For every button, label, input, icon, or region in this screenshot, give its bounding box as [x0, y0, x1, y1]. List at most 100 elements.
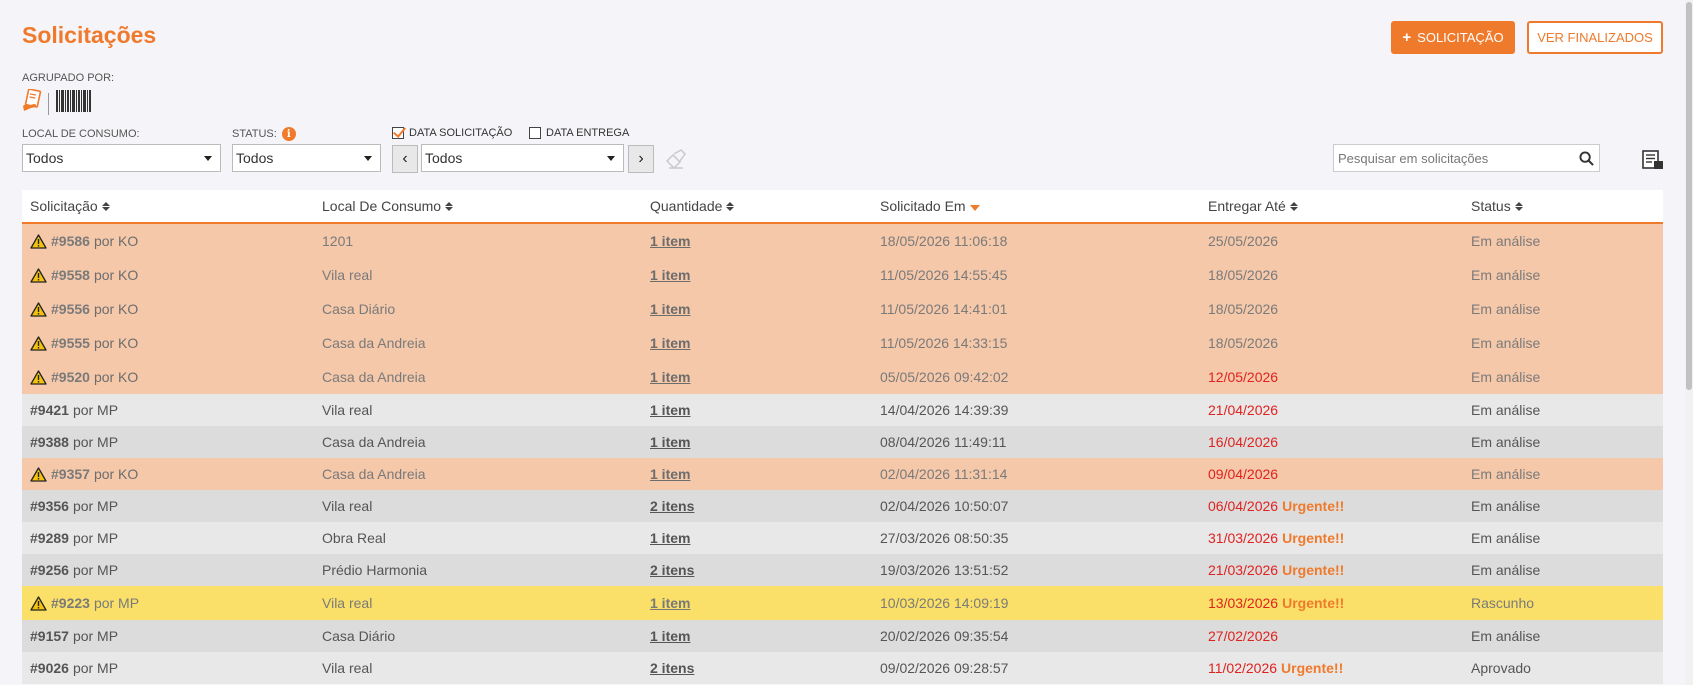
- request-number[interactable]: #9256: [30, 562, 69, 578]
- quantity-link[interactable]: 1 item: [650, 595, 690, 611]
- request-number[interactable]: #9026: [30, 660, 69, 676]
- local-filter-label-text: LOCAL DE CONSUMO:: [22, 128, 140, 140]
- warning-icon: [30, 267, 47, 283]
- table-row[interactable]: #9520 por KO Casa da Andreia 1 item 05/05/20…: [22, 360, 1663, 394]
- cell-quantity: 1 item: [646, 628, 876, 644]
- status-select[interactable]: Todos: [232, 144, 381, 172]
- cell-deliver-by: 16/04/2026: [1204, 434, 1467, 450]
- quantity-link[interactable]: 1 item: [650, 434, 690, 450]
- date-delivery-label: DATA ENTREGA: [546, 127, 630, 139]
- table-row[interactable]: #9256 por MP Prédio Harmonia 2 itens 19/03/2…: [22, 554, 1663, 586]
- cell-local: 1201: [322, 233, 354, 249]
- date-request-checkbox[interactable]: [392, 127, 404, 139]
- export-list-icon[interactable]: [1642, 150, 1664, 175]
- previous-period-button[interactable]: ‹: [392, 145, 418, 173]
- scrollbar[interactable]: [1685, 0, 1693, 685]
- quantity-link[interactable]: 1 item: [650, 628, 690, 644]
- cell-quantity: 1 item: [646, 530, 876, 546]
- request-number[interactable]: #9356: [30, 498, 69, 514]
- cell-status: Em análise: [1471, 233, 1541, 249]
- plus-icon: +: [1402, 29, 1412, 46]
- deliver-date: 31/03/2026: [1208, 530, 1279, 546]
- cell-request: #9256 por MP: [22, 562, 318, 578]
- request-number[interactable]: #9586: [51, 233, 90, 249]
- request-number[interactable]: #9558: [51, 267, 90, 283]
- period-select[interactable]: Todos: [421, 144, 624, 172]
- table-row[interactable]: #9556 por KO Casa Diário 1 item 11/05/2026 1…: [22, 292, 1663, 326]
- table-row[interactable]: #9223 por MP Vila real 1 item 10/03/2026 14:…: [22, 586, 1663, 620]
- column-header-local[interactable]: Local De Consumo: [318, 198, 646, 214]
- cell-status: Em análise: [1471, 369, 1541, 385]
- request-group-icon[interactable]: [22, 88, 42, 118]
- table-row[interactable]: #9357 por KO Casa da Andreia 1 item 02/04/20…: [22, 458, 1663, 490]
- table-row[interactable]: #9586 por KO 1201 1 item 18/05/2026 11:06:18…: [22, 224, 1663, 258]
- cell-request: #9555 por KO: [22, 335, 318, 351]
- cell-local: Casa da Andreia: [322, 335, 426, 351]
- quantity-link[interactable]: 2 itens: [650, 562, 694, 578]
- request-number[interactable]: #9520: [51, 369, 90, 385]
- request-number[interactable]: #9157: [30, 628, 69, 644]
- cell-requested-at: 10/03/2026 14:09:19: [880, 595, 1009, 611]
- quantity-link[interactable]: 1 item: [650, 369, 690, 385]
- quantity-link[interactable]: 2 itens: [650, 660, 694, 676]
- clear-filter-icon[interactable]: [664, 147, 688, 176]
- deliver-date: 13/03/2026: [1208, 595, 1279, 611]
- date-delivery-option[interactable]: DATA ENTREGA: [529, 127, 629, 139]
- cell-requested-at: 02/04/2026 11:31:14: [880, 466, 1008, 482]
- table-row[interactable]: #9558 por KO Vila real 1 item 11/05/2026 14:…: [22, 258, 1663, 292]
- date-delivery-checkbox[interactable]: [529, 127, 541, 139]
- request-number[interactable]: #9223: [51, 595, 90, 611]
- table-row[interactable]: #9289 por MP Obra Real 1 item 27/03/2026 08:…: [22, 522, 1663, 554]
- quantity-link[interactable]: 1 item: [650, 233, 690, 249]
- deliver-date: 18/05/2026: [1208, 301, 1279, 317]
- request-number[interactable]: #9388: [30, 434, 69, 450]
- info-icon[interactable]: i: [281, 127, 296, 141]
- search-icon[interactable]: [1573, 150, 1599, 166]
- local-select[interactable]: Todos: [22, 144, 221, 172]
- request-number[interactable]: #9555: [51, 335, 90, 351]
- quantity-link[interactable]: 2 itens: [650, 498, 694, 514]
- deliver-date: 27/02/2026: [1208, 628, 1279, 644]
- quantity-link[interactable]: 1 item: [650, 402, 690, 418]
- cell-local: Vila real: [322, 595, 373, 611]
- column-header-label: Solicitação: [30, 198, 98, 214]
- deliver-date: 25/05/2026: [1208, 233, 1279, 249]
- table-row[interactable]: #9421 por MP Vila real 1 item 14/04/2026 14:…: [22, 394, 1663, 426]
- column-header-request[interactable]: Solicitação: [22, 198, 318, 214]
- cell-quantity: 1 item: [646, 595, 876, 611]
- request-number[interactable]: #9289: [30, 530, 69, 546]
- scrollbar-thumb[interactable]: [1686, 2, 1692, 390]
- cell-status: Em análise: [1471, 335, 1541, 351]
- column-header-status[interactable]: Status: [1467, 198, 1663, 214]
- table-row[interactable]: #9388 por MP Casa da Andreia 1 item 08/04/20…: [22, 426, 1663, 458]
- barcode-icon[interactable]: [55, 89, 93, 118]
- new-request-label: SOLICITAÇÃO: [1417, 30, 1504, 45]
- cell-requested-at: 14/04/2026 14:39:39: [880, 402, 1009, 418]
- table-row[interactable]: #9157 por MP Casa Diário 1 item 20/02/2026 0…: [22, 620, 1663, 652]
- quantity-link[interactable]: 1 item: [650, 267, 690, 283]
- request-number[interactable]: #9556: [51, 301, 90, 317]
- cell-request: #9289 por MP: [22, 530, 318, 546]
- date-request-label: DATA SOLICITAÇÃO: [409, 127, 513, 139]
- next-period-button[interactable]: ›: [628, 145, 654, 173]
- cell-local: Obra Real: [322, 530, 386, 546]
- column-header-requested-at[interactable]: Solicitado Em: [876, 198, 1204, 214]
- quantity-link[interactable]: 1 item: [650, 466, 690, 482]
- quantity-link[interactable]: 1 item: [650, 301, 690, 317]
- quantity-link[interactable]: 1 item: [650, 530, 690, 546]
- search-input[interactable]: [1334, 146, 1573, 170]
- table-row[interactable]: #9356 por MP Vila real 2 itens 02/04/2026 10…: [22, 490, 1663, 522]
- cell-local: Casa da Andreia: [322, 466, 426, 482]
- local-select-value: Todos: [26, 150, 64, 166]
- new-request-button[interactable]: + SOLICITAÇÃO: [1391, 21, 1515, 54]
- column-header-quantity[interactable]: Quantidade: [646, 198, 876, 214]
- date-request-option[interactable]: DATA SOLICITAÇÃO: [392, 127, 512, 139]
- view-finished-button[interactable]: VER FINALIZADOS: [1527, 21, 1663, 54]
- request-number[interactable]: #9357: [51, 466, 90, 482]
- column-header-deliver-by[interactable]: Entregar Até: [1204, 198, 1467, 214]
- cell-request: #9421 por MP: [22, 402, 318, 418]
- quantity-link[interactable]: 1 item: [650, 335, 690, 351]
- table-row[interactable]: #9026 por MP Vila real 2 itens 09/02/2026 09…: [22, 652, 1663, 684]
- table-row[interactable]: #9555 por KO Casa da Andreia 1 item 11/05/20…: [22, 326, 1663, 360]
- request-number[interactable]: #9421: [30, 402, 69, 418]
